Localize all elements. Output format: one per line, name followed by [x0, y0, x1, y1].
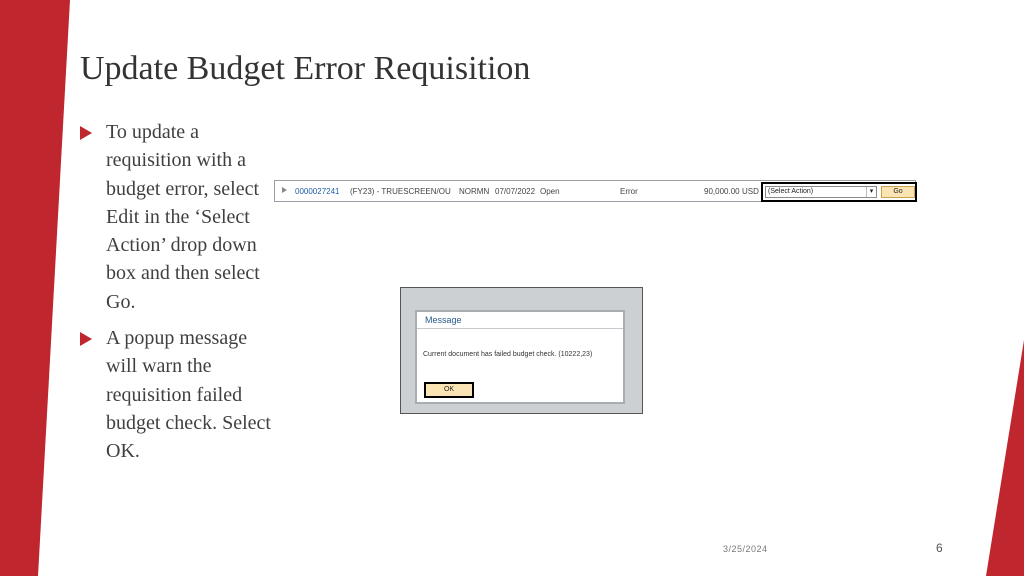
slide-title: Update Budget Error Requisition: [80, 50, 531, 87]
bullet-text-edit-instructions: To update a requisition with a budget er…: [106, 121, 260, 313]
requisition-requester: NORMN: [459, 187, 490, 196]
slide-date: 3/25/2024: [723, 544, 768, 554]
select-action-highlight: (Select Action) ▾ Go: [761, 182, 917, 202]
message-dialog: Message Current document has failed budg…: [415, 310, 625, 404]
requisition-amount: 90,000.00: [704, 187, 740, 196]
select-action-value: (Select Action): [768, 188, 814, 195]
expand-triangle-icon[interactable]: [282, 187, 287, 193]
bullet-item: A popup message will warn the requisitio…: [80, 324, 280, 465]
dialog-title: Message: [417, 312, 623, 329]
requisition-id-link[interactable]: 0000027241: [295, 187, 340, 196]
select-action-dropdown[interactable]: (Select Action) ▾: [765, 186, 877, 198]
popup-screenshot: Message Current document has failed budg…: [400, 287, 643, 414]
bullet-list: To update a requisition with a budget er…: [80, 118, 280, 474]
chevron-down-icon[interactable]: ▾: [866, 187, 876, 197]
requisition-status: Open: [540, 187, 560, 196]
ok-button[interactable]: OK: [424, 382, 474, 398]
right-red-stripe: [986, 340, 1024, 576]
bullet-item: To update a requisition with a budget er…: [80, 118, 280, 316]
slide-page-number: 6: [936, 541, 943, 555]
requisition-date: 07/07/2022: [495, 187, 536, 196]
bullet-text-popup-instructions: A popup message will warn the requisitio…: [106, 327, 271, 463]
budget-status: Error: [620, 187, 638, 196]
bullet-triangle-icon: [80, 126, 92, 140]
requisition-description: (FY23) - TRUESCREEN/OU: [350, 187, 451, 196]
go-button[interactable]: Go: [881, 186, 915, 198]
bullet-triangle-icon: [80, 332, 92, 347]
left-red-stripe: [0, 0, 70, 576]
requisition-currency: USD: [742, 187, 759, 196]
requisition-row-screenshot: 0000027241 (FY23) - TRUESCREEN/OU NORMN …: [274, 180, 917, 202]
dialog-message: Current document has failed budget check…: [423, 351, 593, 358]
